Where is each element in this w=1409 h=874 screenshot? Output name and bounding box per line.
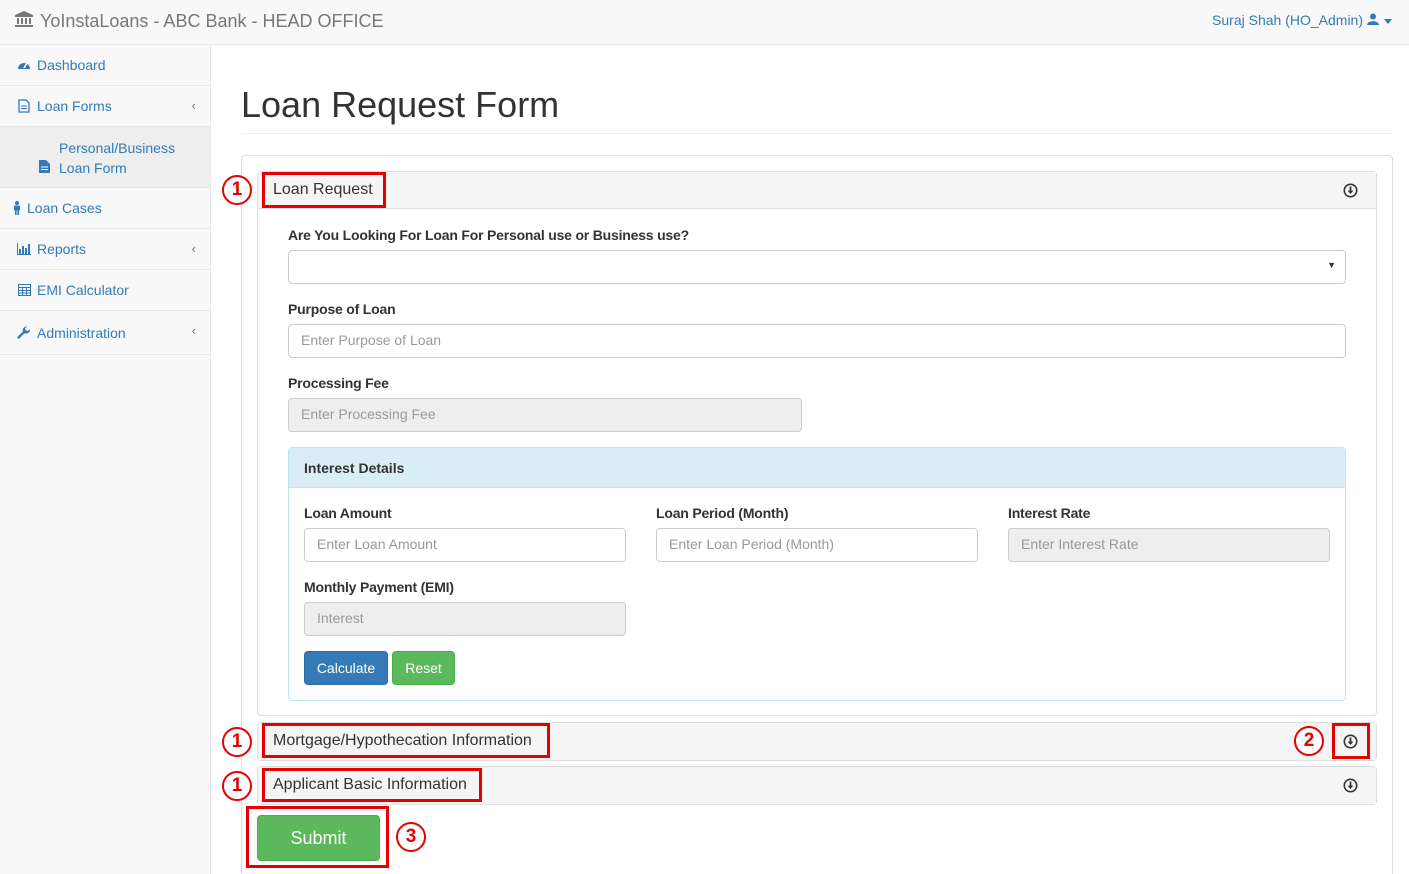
callout-number: 3 (396, 822, 426, 852)
interest-rate-input: Enter Interest Rate (1008, 528, 1330, 562)
caret-down-icon (1383, 12, 1393, 28)
callout-box-applicant (262, 768, 482, 802)
user-menu[interactable]: Suraj Shah (HO_Admin) (1212, 12, 1393, 28)
sidebar: Dashboard Loan Forms ‹ Personal/Business… (0, 45, 211, 874)
person-icon (12, 201, 22, 215)
calculator-icon (16, 284, 32, 296)
user-name: Suraj Shah (HO_Admin) (1212, 12, 1363, 28)
sidebar-item-loan-cases[interactable]: Loan Cases (0, 188, 210, 229)
callout-box-mortgage (262, 723, 550, 758)
sidebar-item-label: Administration (37, 324, 126, 341)
sidebar-item-personal-business-loan-form[interactable]: Personal/Business Loan Form (0, 127, 210, 188)
loan-period-input[interactable]: Enter Loan Period (Month) (656, 528, 978, 562)
emi-placeholder: Interest (317, 610, 364, 626)
sidebar-item-dashboard[interactable]: Dashboard (0, 45, 210, 86)
loan-amount-input[interactable]: Enter Loan Amount (304, 528, 626, 562)
page-title: Loan Request Form (241, 84, 560, 125)
chevron-left-icon[interactable]: ‹ (192, 323, 196, 338)
sidebar-item-label: Reports (37, 241, 87, 257)
sidebar-item-label: Personal/Business Loan Form (59, 140, 175, 176)
purpose-label: Purpose of Loan (288, 301, 396, 317)
reset-button[interactable]: Reset (392, 651, 455, 685)
chevron-left-icon[interactable]: ‹ (192, 98, 196, 113)
callout-box-toggle (1332, 723, 1370, 759)
file-icon (16, 99, 32, 113)
chevron-left-icon[interactable]: ‹ (192, 241, 196, 256)
sidebar-item-administration[interactable]: Administration ‹ (0, 311, 210, 355)
expand-toggle-icon[interactable] (1343, 778, 1358, 793)
interest-rate-placeholder: Enter Interest Rate (1021, 536, 1139, 552)
calculate-button[interactable]: Calculate (304, 651, 388, 685)
loan-amount-label: Loan Amount (304, 505, 392, 521)
interest-details-heading: Interest Details (289, 448, 1345, 488)
loan-period-label: Loan Period (Month) (656, 505, 789, 521)
sidebar-item-label: Dashboard (37, 57, 106, 73)
title-divider (241, 133, 1392, 134)
loan-period-placeholder: Enter Loan Period (Month) (669, 536, 834, 552)
loan-amount-placeholder: Enter Loan Amount (317, 536, 437, 552)
use-type-select[interactable]: ▼ (288, 250, 1346, 284)
file-text-icon (39, 158, 53, 178)
use-type-label: Are You Looking For Loan For Personal us… (288, 227, 689, 243)
collapse-toggle-icon[interactable] (1343, 183, 1358, 198)
callout-box-loan-request (262, 172, 386, 208)
user-icon (1367, 12, 1379, 28)
brand-title: YoInstaLoans - ABC Bank - HEAD OFFICE (40, 11, 384, 31)
processing-fee-placeholder: Enter Processing Fee (301, 406, 436, 422)
sidebar-item-label: Loan Forms (37, 98, 112, 114)
interest-rate-label: Interest Rate (1008, 505, 1091, 521)
dashboard-icon (16, 59, 32, 71)
processing-fee-label: Processing Fee (288, 375, 389, 391)
interest-details-title: Interest Details (304, 460, 405, 476)
sidebar-item-label: EMI Calculator (37, 282, 129, 298)
processing-fee-input: Enter Processing Fee (288, 398, 802, 432)
top-navbar: YoInstaLoans - ABC Bank - HEAD OFFICE Su… (0, 0, 1409, 45)
sidebar-item-label: Loan Cases (27, 200, 102, 216)
callout-number: 1 (222, 771, 252, 801)
loan-request-heading[interactable]: Loan Request (258, 172, 1376, 209)
bank-icon (14, 10, 40, 33)
bar-chart-icon (16, 243, 32, 255)
purpose-input[interactable]: Enter Purpose of Loan (288, 324, 1346, 358)
callout-number: 2 (1294, 726, 1324, 756)
callout-number: 1 (222, 727, 252, 757)
callout-number: 1 (222, 175, 252, 205)
callout-box-submit (246, 806, 389, 868)
sidebar-item-emi-calculator[interactable]: EMI Calculator (0, 270, 210, 311)
emi-label: Monthly Payment (EMI) (304, 579, 454, 595)
brand[interactable]: YoInstaLoans - ABC Bank - HEAD OFFICE (14, 10, 383, 33)
sidebar-item-loan-forms[interactable]: Loan Forms ‹ (0, 86, 210, 127)
select-arrow-icon: ▼ (1327, 260, 1336, 270)
sidebar-item-reports[interactable]: Reports ‹ (0, 229, 210, 270)
wrench-icon (16, 325, 32, 340)
purpose-placeholder: Enter Purpose of Loan (301, 332, 442, 348)
emi-input: Interest (304, 602, 626, 636)
